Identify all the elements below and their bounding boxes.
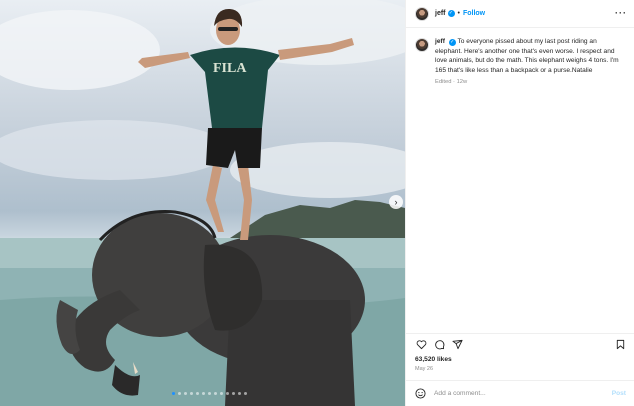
username-link[interactable]: jeff — [435, 10, 446, 17]
like-button[interactable] — [415, 339, 427, 351]
share-button[interactable] — [451, 339, 463, 351]
emoji-icon[interactable] — [415, 388, 426, 399]
carousel-dot — [178, 392, 181, 395]
separator: • — [457, 10, 460, 17]
bookmark-icon — [616, 339, 624, 350]
comment-input[interactable] — [434, 390, 584, 397]
post-comment-button[interactable]: Post — [612, 390, 626, 397]
caption-text: To everyone pissed about my last post ri… — [435, 38, 619, 74]
post-header: jeff ✓ • Follow ··· — [406, 0, 634, 28]
photo-scene: FILA — [0, 0, 405, 406]
caption-avatar[interactable] — [415, 38, 429, 52]
save-button[interactable] — [614, 339, 626, 351]
carousel-dot — [220, 392, 223, 395]
heart-icon — [416, 340, 426, 350]
post-photo[interactable]: FILA › — [0, 0, 405, 406]
edited-timestamp: Edited · 12w — [435, 79, 468, 86]
carousel-dot — [244, 392, 247, 395]
caption-body: jeff ✓ To everyone pissed about my last … — [435, 37, 625, 88]
carousel-dot — [196, 392, 199, 395]
send-icon — [451, 339, 463, 350]
comment-bar: Post — [406, 380, 634, 406]
more-horizontal-icon[interactable]: ··· — [615, 8, 627, 18]
comment-icon — [434, 340, 444, 350]
carousel-dot — [184, 392, 187, 395]
carousel-dot — [190, 392, 193, 395]
carousel-indicator — [172, 392, 247, 395]
action-bar — [406, 333, 634, 351]
svg-text:FILA: FILA — [213, 61, 247, 76]
carousel-dot — [208, 392, 211, 395]
post-sidebar: jeff ✓ • Follow ··· jeff ✓ To everyone p… — [405, 0, 634, 406]
carousel-dot — [226, 392, 229, 395]
carousel-dot — [214, 392, 217, 395]
carousel-dot — [232, 392, 235, 395]
carousel-dot — [202, 392, 205, 395]
follow-button[interactable]: Follow — [463, 10, 485, 17]
caption: jeff ✓ To everyone pissed about my last … — [415, 37, 627, 88]
avatar[interactable] — [415, 6, 429, 21]
comment-button[interactable] — [433, 339, 445, 351]
chevron-right-icon: › — [394, 196, 398, 207]
post-date[interactable]: May 26 — [415, 366, 433, 372]
likes-count[interactable]: 63,520 likes — [415, 356, 452, 363]
caption-username[interactable]: jeff — [435, 38, 445, 45]
carousel-dot — [172, 392, 175, 395]
verified-badge-icon: ✓ — [447, 10, 455, 17]
caption-verified-badge-icon: ✓ — [448, 39, 456, 46]
carousel-dot — [238, 392, 241, 395]
next-slide-button[interactable]: › — [389, 195, 403, 209]
